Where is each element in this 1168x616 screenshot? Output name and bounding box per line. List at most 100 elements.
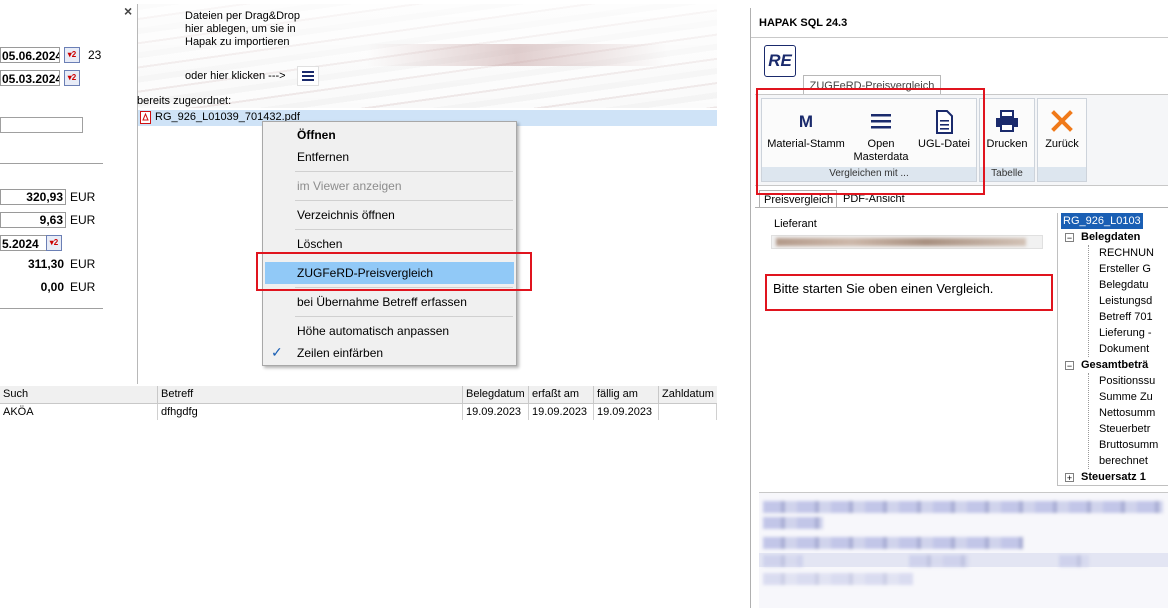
drop-zone[interactable]: Dateien per Drag&Drop hier ablegen, um s…	[137, 4, 717, 108]
date-field-2[interactable]: 05.03.2024	[0, 70, 60, 86]
blurred-row	[763, 501, 1163, 513]
menu-icon[interactable]	[297, 66, 319, 86]
checkmark-icon: ✓	[271, 344, 283, 360]
column-header-such[interactable]: Such	[0, 386, 158, 403]
tree-line	[1088, 373, 1090, 469]
menu-item-verzeichnis-oeffnen[interactable]: Verzeichnis öffnen	[265, 204, 514, 226]
group-label-tabelle: Tabelle	[980, 167, 1034, 181]
collapse-icon[interactable]: −	[1065, 361, 1074, 371]
table-row[interactable]: AKÖA dfhgdfg 19.09.2023 19.09.2023 19.09…	[0, 404, 717, 420]
tree-leaf[interactable]: berechnet	[1099, 453, 1148, 469]
highlight-frame	[756, 88, 985, 195]
pdf-icon	[140, 111, 151, 124]
blurred-row	[763, 517, 823, 529]
menu-item-betreff-erfassen[interactable]: bei Übernahme Betreff erfassen	[265, 291, 514, 313]
group-label-empty	[1038, 167, 1086, 181]
cell-such: AKÖA	[0, 404, 158, 420]
tab-line	[755, 207, 1168, 208]
amount-field-1[interactable]: 320,93	[0, 189, 66, 205]
tree-leaf[interactable]: Nettosumm	[1099, 405, 1155, 421]
click-hint: oder hier klicken --->	[185, 70, 286, 82]
zurueck-button[interactable]: Zurück	[1038, 109, 1086, 151]
cell-faellig: 19.09.2023	[594, 404, 659, 420]
menu-separator	[295, 171, 513, 172]
menu-separator	[295, 200, 513, 201]
tree-node-steuersatz[interactable]: Steuersatz 1	[1081, 469, 1146, 485]
panel-border	[137, 4, 138, 384]
calendar-icon[interactable]: ▾2	[64, 70, 80, 86]
close-x-icon	[1049, 109, 1075, 135]
column-header-faellig[interactable]: fällig am	[594, 386, 659, 403]
blurred-row	[763, 537, 1023, 549]
ribbon-group-zurueck: Zurück	[1037, 98, 1087, 182]
context-menu: Öffnen Entfernen im Viewer anzeigen Verz…	[262, 121, 517, 366]
currency-label: EUR	[70, 280, 96, 294]
menu-separator	[295, 316, 513, 317]
drop-hint-line: hier ablegen, um sie in	[185, 23, 296, 35]
drop-hint-line: Dateien per Drag&Drop	[185, 10, 300, 22]
column-header-erfasst[interactable]: erfaßt am	[529, 386, 594, 403]
tree-line	[1088, 245, 1090, 357]
tree-leaf[interactable]: Ersteller G	[1099, 261, 1151, 277]
cell-zahldatum	[659, 404, 717, 420]
highlight-frame	[765, 274, 1053, 311]
currency-label: EUR	[70, 213, 96, 227]
menu-separator	[295, 229, 513, 230]
column-header-zahldatum[interactable]: Zahldatum	[659, 386, 717, 403]
column-header-betreff[interactable]: Betreff	[158, 386, 463, 403]
tree-leaf[interactable]: Positionssu	[1099, 373, 1155, 389]
tree-leaf[interactable]: Belegdatu	[1099, 277, 1149, 293]
menu-item-im-viewer-anzeigen[interactable]: im Viewer anzeigen	[265, 175, 514, 197]
blurred-row	[909, 555, 969, 567]
detail-area	[759, 492, 1168, 608]
xml-tree: RG_926_L0103 − Belegdaten RECHNUN Erstel…	[1059, 213, 1168, 488]
divider	[0, 308, 103, 309]
zurueck-label: Zurück	[1045, 138, 1079, 150]
lieferant-value-blurred	[776, 238, 1026, 246]
lieferant-label: Lieferant	[774, 218, 817, 230]
amount-field-3: 311,30	[27, 257, 64, 271]
calendar-icon[interactable]: ▾2	[46, 235, 62, 251]
column-header-belegdatum[interactable]: Belegdatum	[463, 386, 529, 403]
highlight-frame	[256, 252, 532, 291]
currency-label: EUR	[70, 257, 96, 271]
menu-item-oeffnen[interactable]: Öffnen	[265, 124, 514, 146]
menu-item-zeilen-einfaerben[interactable]: Zeilen einfärben	[265, 342, 514, 364]
close-icon[interactable]: ×	[124, 3, 132, 19]
tree-leaf[interactable]: Lieferung -	[1099, 325, 1152, 341]
blurred-row	[763, 555, 803, 567]
menu-item-hoehe-anpassen[interactable]: Höhe automatisch anpassen	[265, 320, 514, 342]
tree-node-gesamtbetrag[interactable]: Gesamtbeträ	[1081, 357, 1148, 373]
re-logo: RE	[764, 45, 796, 77]
title-separator	[751, 37, 1168, 38]
ribbon-group-tabelle: Drucken Tabelle	[979, 98, 1035, 182]
tree-border	[1057, 213, 1058, 485]
tree-leaf[interactable]: Leistungsd	[1099, 293, 1152, 309]
drop-hint: Dateien per Drag&Drop hier ablegen, um s…	[185, 10, 300, 49]
menu-item-entfernen[interactable]: Entfernen	[265, 146, 514, 168]
tree-root[interactable]: RG_926_L0103	[1061, 213, 1143, 229]
collapse-icon[interactable]: −	[1065, 233, 1074, 243]
tree-leaf[interactable]: Dokument	[1099, 341, 1149, 357]
tree-leaf[interactable]: RECHNUN	[1099, 245, 1154, 261]
drop-zone-background	[367, 44, 667, 66]
tree-node-belegdaten[interactable]: Belegdaten	[1081, 229, 1140, 245]
text-input[interactable]	[0, 117, 83, 133]
tree-border	[1057, 485, 1168, 486]
lieferant-field[interactable]	[771, 235, 1043, 249]
tree-leaf[interactable]: Bruttosumm	[1099, 437, 1158, 453]
calendar-icon[interactable]: ▾2	[64, 47, 80, 63]
drucken-label: Drucken	[986, 138, 1028, 150]
drop-hint-line: Hapak zu importieren	[185, 36, 290, 48]
blurred-row	[763, 573, 913, 585]
tree-leaf[interactable]: Summe Zu	[1099, 389, 1153, 405]
cell-belegdatum: 19.09.2023	[463, 404, 529, 420]
grid-header: Such Betreff Belegdatum erfaßt am fällig…	[0, 386, 717, 404]
drucken-button[interactable]: Drucken	[980, 109, 1034, 151]
tree-leaf[interactable]: Betreff 701	[1099, 309, 1153, 325]
amount-field-2[interactable]: 9,63	[0, 212, 66, 228]
expand-icon[interactable]: +	[1065, 473, 1074, 483]
tree-leaf[interactable]: Steuerbetr	[1099, 421, 1150, 437]
amount-field-4: 0,00	[40, 280, 64, 294]
date-field-1[interactable]: 05.06.2024	[0, 47, 60, 63]
